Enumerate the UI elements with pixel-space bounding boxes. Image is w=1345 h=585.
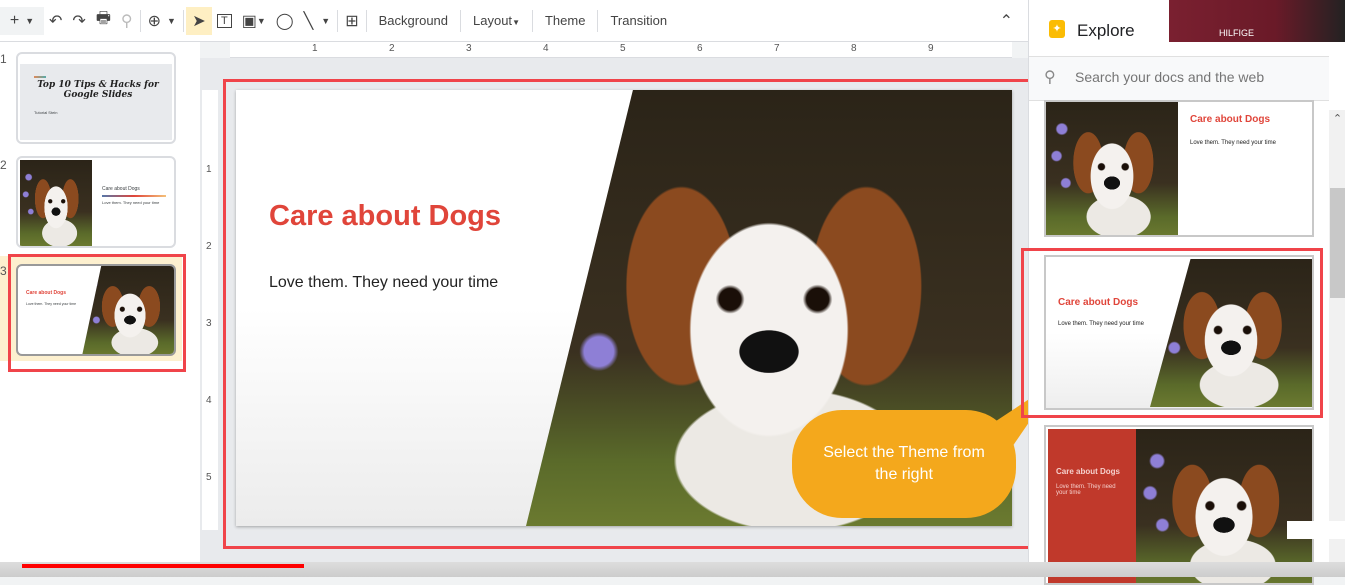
select-tool[interactable]: ➤ — [185, 6, 212, 35]
slide-number: 3 — [0, 264, 7, 278]
chevron-down-icon: ▼ — [512, 18, 520, 27]
new-slide-button[interactable]: + ▼ — [0, 6, 44, 35]
shape-icon: ◯ — [275, 12, 294, 30]
ruler-label: 8 — [851, 43, 857, 54]
webcam-overlay: HILFIGE — [1169, 0, 1345, 42]
slide-thumbnail-1[interactable]: Top 10 Tips & Hacks for Google Slides Tu… — [16, 52, 176, 144]
ruler-label: 5 — [620, 43, 626, 54]
background-button[interactable]: Background — [369, 13, 458, 28]
search-bar[interactable]: ⚲ — [1029, 56, 1329, 101]
highlight-box — [8, 254, 186, 372]
divider — [365, 9, 367, 32]
scrollbar-thumb[interactable] — [1330, 188, 1345, 298]
paint-format-button[interactable]: ⚲ — [116, 7, 138, 35]
layout-label: Layout — [473, 13, 513, 28]
layout-button[interactable]: Layout▼ — [463, 13, 530, 28]
print-button[interactable]: 🖶 — [91, 7, 116, 35]
ruler-label: 4 — [543, 43, 549, 54]
ruler-label: 1 — [206, 164, 212, 175]
theme-card-3[interactable]: Care about Dogs Love them. They need you… — [1044, 425, 1314, 585]
video-progress-bar[interactable] — [0, 562, 1345, 577]
explore-panel: ✦ Explore HILFIGE ⚲ Care about Dogs Love… — [1021, 0, 1345, 585]
theme-button[interactable]: Theme — [535, 13, 595, 28]
collapse-toolbar-button[interactable]: ⌃ — [995, 7, 1018, 35]
callout: Select the Theme from the right — [792, 410, 1016, 518]
undo-button[interactable]: ↶ — [44, 7, 67, 35]
ruler-label: 3 — [206, 318, 212, 329]
search-input[interactable] — [1075, 69, 1315, 85]
ruler-label: 2 — [389, 43, 395, 54]
zoom-icon: ⊕ — [147, 12, 162, 30]
explore-icon: ✦ — [1049, 20, 1065, 38]
cursor-icon: ➤ — [192, 12, 206, 30]
ruler-label: 5 — [206, 472, 212, 483]
transition-button[interactable]: Transition — [600, 13, 677, 28]
line-icon: ╲ — [303, 12, 314, 30]
chevron-down-icon: ▼ — [167, 15, 176, 26]
chevron-down-icon: ▼ — [321, 15, 331, 26]
scrollbar[interactable]: ⌃ — [1329, 110, 1345, 577]
vertical-ruler[interactable]: 1 2 3 4 5 — [202, 90, 218, 530]
filmstrip: 1 Top 10 Tips & Hacks for Google Slides … — [0, 42, 200, 562]
ruler-label: 7 — [774, 43, 780, 54]
text-box-icon: T — [216, 13, 232, 28]
slide-thumbnail-2[interactable]: Care about Dogs Love them. They need you… — [16, 156, 176, 248]
dog-photo — [20, 160, 92, 246]
dog-photo — [1046, 102, 1178, 235]
thumb-subtitle: Love them. They need your time — [102, 200, 160, 205]
highlight-box — [1021, 248, 1323, 418]
thumb-title: Top 10 Tips & Hacks for Google Slides — [37, 80, 159, 100]
line-tool[interactable]: ╲ ▼ — [299, 7, 336, 35]
plus-icon: + — [9, 11, 20, 29]
comment-button[interactable]: ⊞ — [340, 7, 363, 35]
slide-number: 1 — [0, 52, 7, 66]
divider — [597, 9, 599, 32]
divider — [182, 9, 184, 32]
image-tool[interactable]: ▣ ▼ — [237, 7, 271, 35]
explore-title: Explore — [1077, 21, 1135, 40]
accent-line — [34, 76, 46, 78]
text-box-tool[interactable]: T — [212, 7, 237, 35]
image-icon: ▣ — [241, 12, 257, 30]
card-subtitle: Love them. They need your time — [1056, 484, 1116, 496]
ruler-label: 9 — [928, 43, 934, 54]
toolbar: + ▼ ↶ ↷ 🖶 ⚲ ⊕ ▼ ➤ T ▣ ▼ ◯ ╲ ▼ ⊞ Background L… — [0, 0, 1028, 42]
divider — [531, 9, 533, 32]
slide-number: 2 — [0, 158, 7, 172]
chevron-down-icon: ▼ — [256, 15, 266, 26]
card-title: Care about Dogs — [1056, 467, 1121, 476]
redo-button[interactable]: ↷ — [67, 7, 90, 35]
thumb-title: Care about Dogs — [102, 186, 140, 192]
card-subtitle: Love them. They need your time — [1190, 140, 1276, 146]
zoom-button[interactable]: ⊕ ▼ — [143, 7, 181, 35]
divider — [337, 9, 339, 32]
video-progress-fill — [22, 564, 305, 568]
accent-line — [102, 195, 166, 197]
divider — [139, 9, 141, 32]
ruler-label: 1 — [312, 43, 318, 54]
chevron-down-icon: ▼ — [25, 15, 35, 26]
shape-tool[interactable]: ◯ — [271, 7, 299, 35]
ruler-label: 4 — [206, 395, 212, 406]
theme-card-1[interactable]: Care about Dogs Love them. They need you… — [1044, 100, 1314, 237]
thumb-subtitle: Tutorial Stein — [34, 110, 58, 115]
ruler-label: 3 — [466, 43, 472, 54]
divider — [460, 9, 462, 32]
scroll-up-icon[interactable]: ⌃ — [1329, 112, 1345, 125]
ruler-label: 2 — [206, 241, 212, 252]
add-comment-icon: ⊞ — [345, 12, 359, 30]
horizontal-ruler[interactable]: 1 2 3 4 5 6 7 8 9 — [230, 42, 1012, 58]
search-icon: ⚲ — [1044, 69, 1056, 86]
ruler-label: 6 — [697, 43, 703, 54]
overlay-box — [1287, 521, 1345, 539]
card-title: Care about Dogs — [1190, 114, 1271, 125]
